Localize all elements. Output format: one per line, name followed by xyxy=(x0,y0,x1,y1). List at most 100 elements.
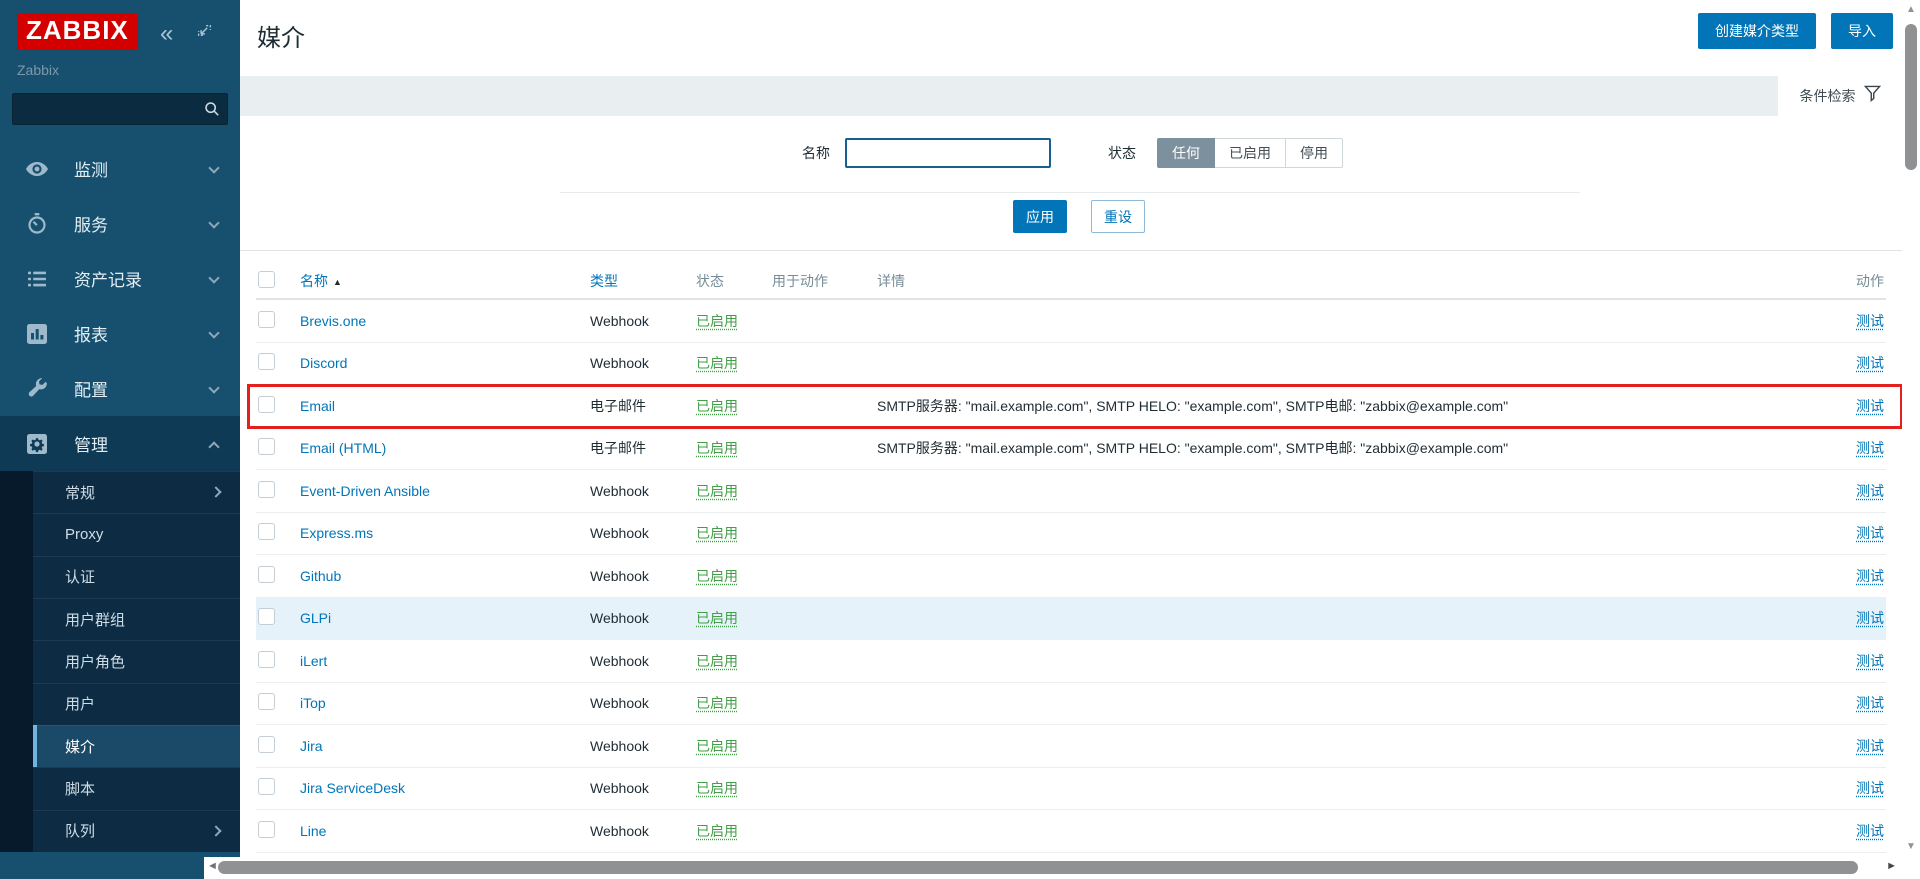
zabbix-logo[interactable]: ZABBIX xyxy=(17,14,138,50)
status-option[interactable]: 已启用 xyxy=(1215,138,1286,168)
status-link[interactable]: 已启用 xyxy=(696,440,738,456)
scroll-left-icon[interactable]: ◄ xyxy=(207,860,218,872)
status-link[interactable]: 已启用 xyxy=(696,823,738,839)
sort-by-name-link[interactable]: 名称▲ xyxy=(300,273,342,289)
row-checkbox[interactable] xyxy=(258,736,275,753)
status-link[interactable]: 已启用 xyxy=(696,525,738,541)
row-checkbox[interactable] xyxy=(258,566,275,583)
submenu-item-user-roles[interactable]: 用户角色 xyxy=(0,640,240,682)
vertical-scrollbar[interactable]: ▲ ▼ xyxy=(1902,0,1920,879)
sidebar-item-inventory[interactable]: 资产记录 xyxy=(0,251,240,306)
submenu-label: 媒介 xyxy=(65,736,95,757)
sidebar-item-monitoring[interactable]: 监测 xyxy=(0,141,240,196)
horizontal-scroll-thumb[interactable] xyxy=(218,861,1858,874)
media-type-link[interactable]: Brevis.one xyxy=(300,313,366,329)
media-type-link[interactable]: Github xyxy=(300,568,341,584)
row-checkbox[interactable] xyxy=(258,651,275,668)
vertical-scroll-thumb[interactable] xyxy=(1905,24,1917,170)
media-type-link[interactable]: iTop xyxy=(300,695,326,711)
sidebar-item-administration[interactable]: 管理 xyxy=(0,416,240,471)
status-link[interactable]: 已启用 xyxy=(696,695,738,711)
submenu-item-user-groups[interactable]: 用户群组 xyxy=(0,598,240,640)
chevron-up-icon xyxy=(208,441,219,452)
status-link[interactable]: 已启用 xyxy=(696,653,738,669)
brand-caption: Zabbix xyxy=(17,62,240,78)
apply-button[interactable]: 应用 xyxy=(1013,200,1067,233)
status-link[interactable]: 已启用 xyxy=(696,738,738,754)
row-checkbox[interactable] xyxy=(258,311,275,328)
media-type-link[interactable]: Jira xyxy=(300,738,323,754)
expand-sidebar-icon[interactable] xyxy=(196,22,213,44)
row-checkbox[interactable] xyxy=(258,778,275,795)
row-checkbox[interactable] xyxy=(258,693,275,710)
media-type-link[interactable]: GLPi xyxy=(300,610,331,626)
submenu-item-users[interactable]: 用户 xyxy=(0,683,240,725)
test-link[interactable]: 测试 xyxy=(1856,313,1884,329)
submenu-item-proxy[interactable]: Proxy xyxy=(0,513,240,555)
test-link[interactable]: 测试 xyxy=(1856,780,1884,796)
horizontal-scrollbar[interactable]: ◄ ► xyxy=(204,857,1902,879)
row-checkbox[interactable] xyxy=(258,608,275,625)
media-type-link[interactable]: Event-Driven Ansible xyxy=(300,483,430,499)
filter-tab[interactable]: 条件检索 xyxy=(1778,76,1902,116)
row-checkbox[interactable] xyxy=(258,481,275,498)
test-link[interactable]: 测试 xyxy=(1856,525,1884,541)
row-checkbox[interactable] xyxy=(258,353,275,370)
test-link[interactable]: 测试 xyxy=(1856,653,1884,669)
sidebar-item-reports[interactable]: 报表 xyxy=(0,306,240,361)
test-link[interactable]: 测试 xyxy=(1856,610,1884,626)
test-link[interactable]: 测试 xyxy=(1856,568,1884,584)
media-type-link[interactable]: Discord xyxy=(300,355,347,371)
status-link[interactable]: 已启用 xyxy=(696,780,738,796)
test-link[interactable]: 测试 xyxy=(1856,355,1884,371)
media-type-link[interactable]: Email xyxy=(300,398,335,414)
submenu-item-queue[interactable]: 队列 xyxy=(0,810,240,852)
test-link[interactable]: 测试 xyxy=(1856,483,1884,499)
status-option[interactable]: 任何 xyxy=(1157,138,1215,168)
row-checkbox[interactable] xyxy=(258,396,275,413)
details-text: SMTP服务器: "mail.example.com", SMTP HELO: … xyxy=(877,438,1800,458)
status-link[interactable]: 已启用 xyxy=(696,568,738,584)
status-link[interactable]: 已启用 xyxy=(696,313,738,329)
scroll-right-icon[interactable]: ► xyxy=(1886,860,1897,872)
media-type-link[interactable]: Line xyxy=(300,823,326,839)
filter-name-input[interactable] xyxy=(845,138,1051,168)
status-link[interactable]: 已启用 xyxy=(696,398,738,414)
create-media-type-button[interactable]: 创建媒介类型 xyxy=(1698,13,1816,49)
sort-by-type-link[interactable]: 类型 xyxy=(590,273,618,289)
submenu-item-authentication[interactable]: 认证 xyxy=(0,556,240,598)
type-text: Webhook xyxy=(590,823,696,839)
search-icon[interactable] xyxy=(204,101,220,122)
status-link[interactable]: 已启用 xyxy=(696,610,738,626)
collapse-sidebar-icon[interactable]: « xyxy=(160,20,173,48)
reset-button[interactable]: 重设 xyxy=(1091,200,1145,233)
row-checkbox[interactable] xyxy=(258,438,275,455)
test-link[interactable]: 测试 xyxy=(1856,823,1884,839)
funnel-icon xyxy=(1864,85,1881,107)
search-input[interactable] xyxy=(12,93,228,125)
scroll-up-icon[interactable]: ▲ xyxy=(1902,4,1920,15)
submenu-item-media-types[interactable]: 媒介 xyxy=(0,725,240,767)
status-link[interactable]: 已启用 xyxy=(696,483,738,499)
test-link[interactable]: 测试 xyxy=(1856,738,1884,754)
submenu-label: 认证 xyxy=(65,566,95,587)
media-type-link[interactable]: Express.ms xyxy=(300,525,373,541)
scroll-down-icon[interactable]: ▼ xyxy=(1902,841,1920,852)
row-checkbox[interactable] xyxy=(258,821,275,838)
media-type-link[interactable]: iLert xyxy=(300,653,327,669)
type-text: Webhook xyxy=(590,738,696,754)
submenu-item-general[interactable]: 常规 xyxy=(0,471,240,513)
test-link[interactable]: 测试 xyxy=(1856,695,1884,711)
media-type-link[interactable]: Jira ServiceDesk xyxy=(300,780,405,796)
media-type-link[interactable]: Email (HTML) xyxy=(300,440,386,456)
test-link[interactable]: 测试 xyxy=(1856,440,1884,456)
submenu-item-scripts[interactable]: 脚本 xyxy=(0,767,240,809)
sidebar-item-services[interactable]: 服务 xyxy=(0,196,240,251)
import-button[interactable]: 导入 xyxy=(1831,13,1893,49)
test-link[interactable]: 测试 xyxy=(1856,398,1884,414)
row-checkbox[interactable] xyxy=(258,523,275,540)
status-option[interactable]: 停用 xyxy=(1286,138,1343,168)
sidebar-item-configuration[interactable]: 配置 xyxy=(0,361,240,416)
select-all-checkbox[interactable] xyxy=(258,271,275,288)
status-link[interactable]: 已启用 xyxy=(696,355,738,371)
